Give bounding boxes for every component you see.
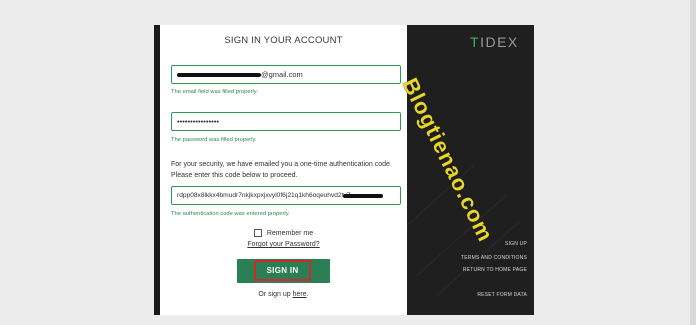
remember-me-checkbox[interactable] — [253, 229, 262, 237]
email-hint: The email field was filled properly. — [171, 89, 258, 95]
page-title: SIGN IN YOUR ACCOUNT — [224, 35, 343, 46]
email-domain-text: @gmail.com — [261, 70, 303, 79]
email-field[interactable]: @gmail.com — [171, 65, 401, 84]
signup-prefix: Or sign up — [258, 291, 291, 298]
auth-code-hint: The authentication code was entered prop… — [171, 211, 290, 217]
signup-here-link[interactable]: here — [293, 291, 307, 298]
logo-letters-rest: IDEX — [480, 34, 519, 50]
auth-code-field[interactable]: rdpp08x8lkkx4bmudr7nkjkxpxjxvyl0f6j21q1k… — [171, 186, 401, 205]
remember-me-row[interactable]: Remember me — [160, 229, 407, 237]
window-scrollbar[interactable] — [690, 0, 696, 325]
remember-me-label: Remember me — [266, 229, 314, 237]
logo-letter-t: T — [470, 34, 481, 50]
signin-form: SIGN IN YOUR ACCOUNT @gmail.com The emai… — [160, 25, 407, 315]
side-link-reset[interactable]: RESET FORM DATA — [477, 292, 527, 298]
side-link-terms[interactable]: TERMS AND CONDITIONS — [461, 255, 527, 261]
password-hint: The password was filled properly. — [171, 137, 257, 143]
security-line-2: Please enter this code below to proceed. — [171, 172, 298, 179]
signin-button-background[interactable]: SIGN IN — [237, 259, 330, 283]
side-link-sign-up[interactable]: SIGN UP — [505, 241, 527, 247]
security-message: For your security, we have emailed you a… — [171, 159, 403, 181]
forgot-password-link[interactable]: Forgot your Password? — [160, 241, 407, 248]
redacted-code-tail — [342, 193, 383, 198]
auth-code-value: rdpp08x8lkkx4bmudr7nkjkxpxjxvyl0f6j21q1k… — [177, 192, 351, 199]
signup-suffix: . — [306, 291, 309, 298]
side-link-home[interactable]: RETURN TO HOME PAGE — [463, 267, 527, 273]
password-value: •••••••••••••••• — [177, 117, 220, 126]
redacted-email-user — [177, 72, 261, 77]
tidex-logo: TIDEX — [470, 34, 519, 50]
signin-card: SIGN IN YOUR ACCOUNT @gmail.com The emai… — [154, 25, 534, 315]
signin-button[interactable]: SIGN IN — [254, 260, 311, 281]
signup-line: Or sign up here. — [160, 291, 407, 298]
security-line-1: For your security, we have emailed you a… — [171, 161, 392, 168]
side-panel: TIDEX SIGN UP TERMS AND CONDITIONS RETUR… — [407, 25, 534, 315]
password-field[interactable]: •••••••••••••••• — [171, 112, 401, 131]
